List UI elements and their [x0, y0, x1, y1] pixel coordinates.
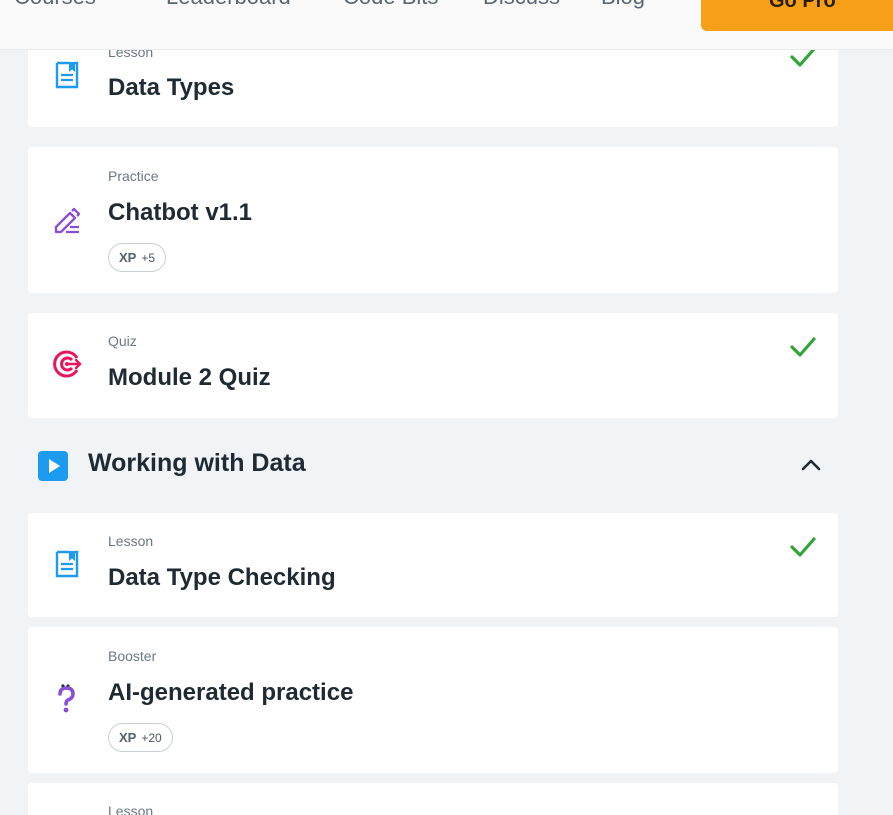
go-pro-button[interactable]: Go Pro: [701, 0, 893, 31]
nav-code-bits[interactable]: Code Bits: [343, 0, 438, 10]
xp-label: XP: [119, 250, 137, 265]
nav-discuss[interactable]: Discuss: [483, 0, 560, 10]
card-type: Booster: [108, 648, 157, 664]
lesson-card[interactable]: Lesson Data Type Checking: [28, 513, 838, 617]
quiz-card[interactable]: Quiz Module 2 Quiz: [28, 313, 838, 418]
module-section-header[interactable]: Working with Data: [28, 440, 838, 490]
lesson-document-icon: [55, 550, 79, 578]
card-type: Quiz: [108, 333, 137, 349]
check-icon: [790, 337, 816, 357]
card-type: Lesson: [108, 803, 154, 815]
lesson-card[interactable]: Lesson Data Types: [28, 40, 838, 127]
lesson-document-icon: [55, 61, 79, 89]
play-icon: [38, 451, 68, 481]
xp-badge: XP +20: [108, 723, 173, 752]
card-title: Data Types: [108, 74, 235, 101]
card-title: Module 2 Quiz: [108, 364, 271, 391]
question-mark-icon: [58, 684, 75, 713]
chevron-up-icon[interactable]: [800, 456, 822, 472]
section-title: Working with Data: [88, 449, 306, 477]
practice-card[interactable]: Practice Chatbot v1.1 XP +5: [28, 147, 838, 293]
card-title: Data Type Checking: [108, 564, 336, 591]
nav-blog[interactable]: Blog: [601, 0, 645, 10]
nav-courses[interactable]: Courses: [14, 0, 96, 10]
pencil-icon: [54, 207, 81, 234]
card-title: Chatbot v1.1: [108, 199, 253, 226]
xp-badge: XP +5: [108, 243, 167, 272]
card-type: Practice: [108, 168, 159, 184]
top-navigation: Courses Leaderboard Code Bits Discuss Bl…: [0, 0, 893, 50]
lesson-card[interactable]: Lesson: [28, 783, 838, 815]
xp-label: XP: [119, 730, 137, 745]
xp-value: +5: [141, 250, 156, 265]
xp-value: +20: [141, 730, 162, 745]
check-icon: [790, 537, 816, 557]
card-type: Lesson: [108, 533, 154, 549]
booster-card[interactable]: Booster AI-generated practice XP +20: [28, 627, 838, 773]
card-title: AI-generated practice: [108, 679, 354, 706]
target-icon: [53, 350, 82, 378]
nav-leaderboard[interactable]: Leaderboard: [166, 0, 291, 10]
